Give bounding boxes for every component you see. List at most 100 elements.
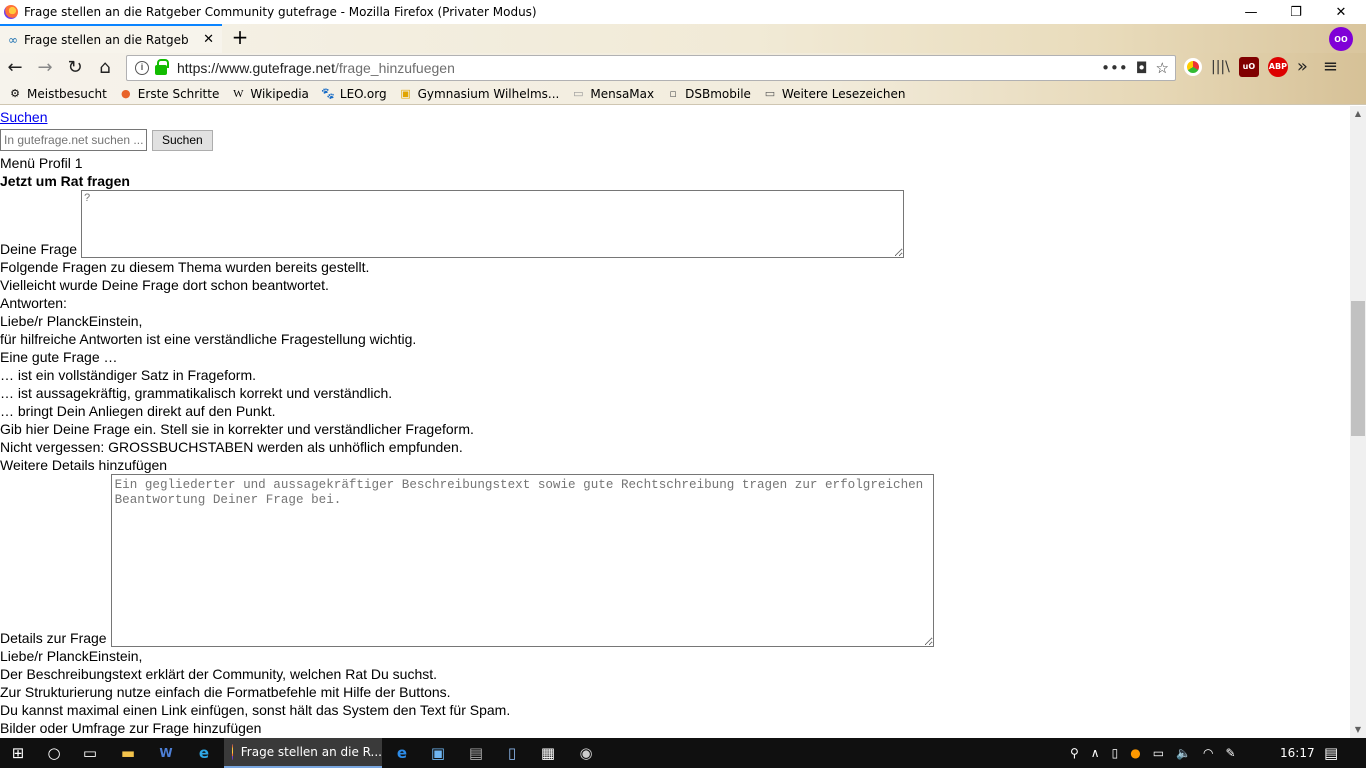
vertical-scrollbar[interactable]: ▲ ▼ (1350, 106, 1366, 738)
tab-strip: ∞ Frage stellen an die Ratgeber Co ✕ + o… (0, 24, 1366, 53)
help-line: Nicht vergessen: GROSSBUCHSTABEN werden … (0, 439, 463, 455)
tab-title: Frage stellen an die Ratgeber Co (24, 32, 189, 47)
leo-icon: 🐾 (321, 86, 335, 100)
site-info-icon[interactable]: i (135, 61, 149, 75)
adblock-plus-icon[interactable]: ABP (1267, 56, 1288, 77)
forward-button[interactable]: → (33, 56, 57, 80)
firefox-icon (4, 5, 18, 19)
page-heading: Jetzt um Rat fragen (0, 173, 130, 189)
search-button[interactable]: Suchen (152, 129, 213, 151)
network-app-icon[interactable]: ▤ (458, 738, 494, 768)
bookmark-star-icon[interactable]: ☆ (1156, 59, 1169, 77)
help-line: Liebe/r PlanckEinstein, (0, 313, 143, 329)
cortana-search-icon[interactable]: ○ (36, 738, 72, 768)
people-icon[interactable]: ⚲ (1070, 746, 1079, 760)
hamburger-menu-icon[interactable]: ≡ (1323, 56, 1338, 77)
help-line: Vielleicht wurde Deine Frage dort schon … (0, 277, 329, 293)
page-icon: ▫ (669, 86, 677, 100)
window-title: Frage stellen an die Ratgeber Community … (24, 5, 537, 19)
search-form: Suchen (0, 128, 1350, 152)
scroll-down-icon[interactable]: ▼ (1350, 722, 1366, 738)
scrollbar-thumb[interactable] (1351, 301, 1365, 436)
tab-active[interactable]: ∞ Frage stellen an die Ratgeber Co ✕ (0, 24, 222, 53)
url-text[interactable]: https://www.gutefrage.net/frage_hinzufue… (177, 60, 455, 76)
minimize-button[interactable]: — (1228, 0, 1274, 24)
bookmarks-toolbar: ⚙ Meistbesucht ● Erste Schritte W Wikipedia… (0, 83, 1366, 105)
usb-icon[interactable]: ▯ (1112, 746, 1119, 760)
help-line: Folgende Fragen zu diesem Thema wurden b… (0, 259, 370, 275)
calculator-icon[interactable]: ▦ (530, 738, 566, 768)
overflow-menu-icon[interactable]: » (1297, 56, 1308, 77)
notes-app-icon[interactable]: ▯ (494, 738, 530, 768)
help-line: Antworten: (0, 295, 67, 311)
pocket-icon[interactable]: ◘ (1136, 59, 1148, 77)
add-media-toggle[interactable]: Bilder oder Umfrage zur Frage hinzufügen (0, 719, 1350, 737)
mensamax-icon: ▭ (573, 86, 584, 100)
firefox-tray-icon[interactable]: ● (1130, 746, 1140, 760)
help-line: Liebe/r PlanckEinstein, (0, 648, 143, 664)
bookmark-mensamax[interactable]: ▭ MensaMax (571, 87, 654, 101)
gear-icon: ⚙ (10, 86, 20, 100)
details-help-text: Liebe/r PlanckEinstein, Der Beschreibung… (0, 647, 1350, 737)
details-label: Details zur Frage (0, 630, 107, 646)
window-titlebar: Frage stellen an die Ratgeber Community … (0, 0, 1366, 24)
help-line: Gib hier Deine Frage ein. Stell sie in k… (0, 421, 474, 437)
battery-icon[interactable]: ▭ (1153, 746, 1164, 760)
help-line: Eine gute Frage … (0, 349, 118, 365)
outlook-icon[interactable]: ▣ (420, 738, 456, 768)
url-bar[interactable]: i https://www.gutefrage.net/frage_hinzuf… (126, 55, 1176, 81)
pen-icon[interactable]: ✎ (1225, 746, 1235, 760)
tab-close-icon[interactable]: ✕ (203, 32, 214, 47)
back-button[interactable]: ← (3, 56, 27, 80)
bookmark-gymnasium[interactable]: ▣ Gymnasium Wilhelms... (399, 86, 559, 101)
school-icon: ▣ (400, 86, 411, 100)
help-line: Der Beschreibungstext erklärt der Commun… (0, 666, 438, 682)
taskbar-firefox-window[interactable]: Frage stellen an die R... (224, 738, 382, 768)
library-icon[interactable]: |||\ (1211, 59, 1230, 75)
bookmark-meistbesucht[interactable]: ⚙ Meistbesucht (8, 87, 107, 101)
question-help-text: Folgende Fragen zu diesem Thema wurden b… (0, 258, 1350, 474)
action-center-icon[interactable]: ▤ (1324, 738, 1338, 768)
bookmark-weitere-lesezeichen[interactable]: ▭ Weitere Lesezeichen (763, 87, 906, 101)
windows-start-icon[interactable]: ⊞ (0, 738, 36, 768)
home-button[interactable]: ⌂ (93, 56, 117, 80)
bookmark-wikipedia[interactable]: W Wikipedia (231, 87, 309, 101)
task-view-icon[interactable]: ▭ (72, 738, 108, 768)
volume-icon[interactable]: 🔈 (1176, 746, 1191, 760)
chevron-up-icon[interactable]: ∧ (1091, 746, 1100, 760)
bookmark-dsbmobile[interactable]: ▫ DSBmobile (666, 87, 751, 101)
windows-taskbar: ⊞ ○ ▭ ▬ W e Frage stellen an die R... e … (0, 738, 1366, 768)
gutefrage-favicon-icon: ∞ (8, 32, 18, 47)
new-tab-button[interactable]: + (228, 26, 252, 50)
search-input[interactable] (0, 129, 147, 151)
close-window-button[interactable]: ✕ (1318, 0, 1364, 24)
menu-profile[interactable]: Menü Profil 1 (0, 154, 1350, 172)
scroll-up-icon[interactable]: ▲ (1350, 106, 1366, 122)
chrome-extension-icon[interactable] (1184, 57, 1202, 76)
reload-button[interactable]: ↻ (63, 56, 87, 80)
help-line: Zur Strukturierung nutze einfach die For… (0, 684, 451, 700)
word-icon[interactable]: W (148, 738, 184, 768)
bookmark-erste-schritte[interactable]: ● Erste Schritte (119, 87, 219, 101)
file-explorer-icon[interactable]: ▬ (110, 738, 146, 768)
private-browsing-icon: oo (1329, 27, 1353, 51)
page-actions-icon[interactable]: ••• (1101, 59, 1128, 77)
question-textarea[interactable] (81, 190, 905, 258)
edge-icon[interactable]: e (384, 738, 420, 768)
navigation-toolbar: ← → ↻ ⌂ i https://www.gutefrage.net/frag… (0, 53, 1366, 83)
help-line: … ist ein vollständiger Satz in Fragefor… (0, 367, 256, 383)
maximize-button[interactable]: ❐ (1273, 0, 1319, 24)
help-line: für hilfreiche Antworten ist eine verstä… (0, 331, 417, 347)
ublock-origin-icon[interactable]: uO (1238, 56, 1259, 77)
question-label: Deine Frage (0, 241, 78, 257)
search-link[interactable]: Suchen (0, 107, 1350, 127)
details-textarea[interactable] (110, 474, 934, 647)
help-line: Du kannst maximal einen Link einfügen, s… (0, 702, 511, 718)
wifi-icon[interactable]: ◠ (1203, 746, 1213, 760)
game-app-icon[interactable]: ◉ (568, 738, 604, 768)
internet-explorer-icon[interactable]: e (186, 738, 222, 768)
bookmark-leo[interactable]: 🐾 LEO.org (321, 87, 387, 101)
clock[interactable]: 16:17 (1280, 738, 1315, 768)
lock-icon (155, 59, 169, 75)
add-details-toggle[interactable]: Weitere Details hinzufügen (0, 456, 1350, 474)
